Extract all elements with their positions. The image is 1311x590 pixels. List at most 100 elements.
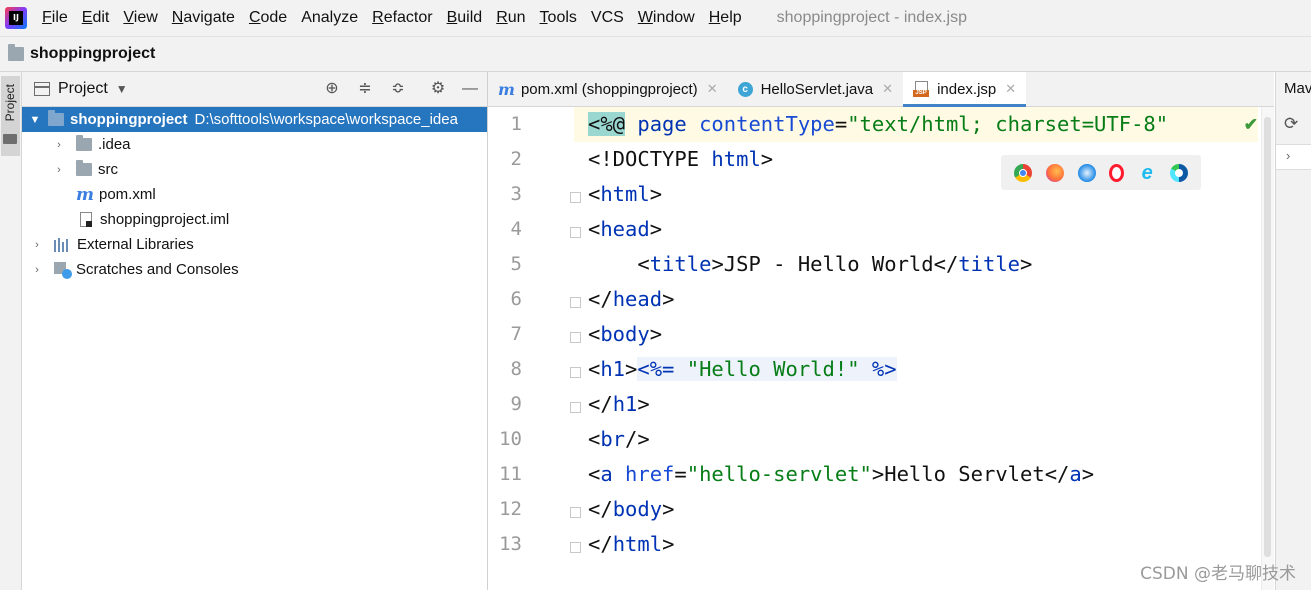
chevron-down-icon[interactable]: ▼ bbox=[28, 114, 42, 126]
menu-refactor[interactable]: Refactor bbox=[365, 9, 439, 27]
menu-navigate[interactable]: Navigate bbox=[165, 9, 242, 27]
menu-tools[interactable]: Tools bbox=[533, 9, 584, 27]
menu-help[interactable]: Help bbox=[702, 9, 749, 27]
maven-panel-title[interactable]: Maven bbox=[1284, 80, 1311, 97]
close-icon[interactable]: ✕ bbox=[707, 81, 718, 97]
close-icon[interactable]: ✕ bbox=[882, 81, 893, 97]
gear-icon[interactable]: ⚙ bbox=[428, 79, 448, 99]
code-line-5[interactable]: <title>JSP - Hello World</title> bbox=[588, 247, 1032, 282]
tree-item-label: Scratches and Consoles bbox=[76, 261, 239, 278]
fold-marker[interactable] bbox=[570, 542, 581, 553]
tree-item-pom[interactable]: m pom.xml bbox=[22, 182, 487, 207]
code-token: > bbox=[1020, 252, 1033, 276]
tree-item-label: pom.xml bbox=[99, 186, 156, 203]
editor-scrollbar[interactable] bbox=[1261, 107, 1274, 590]
tree-item-idea[interactable]: › .idea bbox=[22, 132, 487, 157]
code-token: %> bbox=[859, 357, 897, 381]
menu-analyze[interactable]: Analyze bbox=[294, 9, 365, 27]
check-icon[interactable]: ✔ bbox=[1244, 115, 1258, 135]
firefox-icon[interactable] bbox=[1045, 163, 1064, 182]
fold-marker[interactable] bbox=[570, 297, 581, 308]
code-token: </ bbox=[588, 532, 613, 556]
tree-item-src[interactable]: › src bbox=[22, 157, 487, 182]
tree-item-scratches[interactable]: › Scratches and Consoles bbox=[22, 257, 487, 282]
project-folder-icon bbox=[8, 44, 24, 61]
code-token: </ bbox=[588, 392, 613, 416]
tree-item-external-libraries[interactable]: › External Libraries bbox=[22, 232, 487, 257]
line-number: 5 bbox=[510, 253, 522, 275]
code-token: br bbox=[600, 427, 626, 451]
tab-index-jsp[interactable]: JSP index.jsp ✕ bbox=[903, 72, 1027, 107]
tab-label: pom.xml (shoppingproject) bbox=[520, 80, 698, 98]
code-line-3[interactable]: <html> bbox=[588, 177, 662, 212]
menu-window[interactable]: Window bbox=[631, 9, 702, 27]
code-line-12[interactable]: </body> bbox=[588, 492, 674, 527]
line-number: 3 bbox=[510, 183, 522, 205]
code-line-11[interactable]: <a href="hello-servlet">Hello Servlet</a… bbox=[588, 457, 1094, 492]
browser-preview-popup: e bbox=[1001, 155, 1201, 190]
library-icon bbox=[54, 237, 72, 252]
maven-tree-row[interactable]: › bbox=[1276, 144, 1311, 170]
fold-marker[interactable] bbox=[570, 367, 581, 378]
code-line-1[interactable]: <%@ page contentType="text/html; charset… bbox=[588, 107, 1168, 142]
tree-item-root[interactable]: ▼ shoppingproject D:\softtools\workspace… bbox=[22, 107, 487, 132]
edge-icon[interactable] bbox=[1170, 163, 1189, 182]
code-line-13[interactable]: </html> bbox=[588, 527, 674, 562]
collapse-all-icon[interactable]: ≎ bbox=[388, 79, 408, 99]
chevron-down-icon[interactable]: ▼ bbox=[116, 82, 128, 96]
code-token: h1 bbox=[612, 392, 638, 416]
tree-item-label: shoppingproject.iml bbox=[100, 211, 230, 228]
chevron-right-icon[interactable]: › bbox=[52, 164, 66, 176]
folder-icon bbox=[76, 135, 92, 151]
ie-icon[interactable]: e bbox=[1138, 163, 1156, 183]
fold-marker[interactable] bbox=[570, 192, 581, 203]
breadcrumb-project[interactable]: shoppingproject bbox=[30, 45, 155, 63]
menu-run[interactable]: Run bbox=[489, 9, 532, 27]
project-view-title[interactable]: Project bbox=[58, 80, 108, 98]
fold-marker[interactable] bbox=[570, 402, 581, 413]
tree-item-iml[interactable]: shoppingproject.iml bbox=[22, 207, 487, 232]
menu-vcs[interactable]: VCS bbox=[584, 9, 631, 27]
menu-build[interactable]: Build bbox=[440, 9, 490, 27]
code-token: body bbox=[612, 497, 663, 521]
menu-code[interactable]: Code bbox=[242, 9, 294, 27]
menu-file[interactable]: File bbox=[35, 9, 75, 27]
fold-marker[interactable] bbox=[570, 227, 581, 238]
code-token: > bbox=[662, 497, 675, 521]
menu-view[interactable]: View bbox=[116, 9, 164, 27]
chevron-right-icon[interactable]: › bbox=[30, 264, 44, 276]
line-number: 1 bbox=[510, 113, 522, 135]
refresh-icon[interactable]: ⟳ bbox=[1284, 114, 1298, 134]
editor-tab-bar: m pom.xml (shoppingproject) ✕ c HelloSer… bbox=[488, 72, 1274, 107]
code-line-2[interactable]: <!DOCTYPE html> bbox=[588, 142, 773, 177]
close-icon[interactable]: ✕ bbox=[1005, 81, 1016, 97]
chevron-right-icon[interactable]: › bbox=[52, 139, 66, 151]
code-token: title bbox=[649, 252, 712, 276]
maven-panel: Maven ⟳ › bbox=[1275, 72, 1311, 590]
line-number: 7 bbox=[510, 323, 522, 345]
code-token: page bbox=[637, 112, 687, 136]
chrome-icon[interactable] bbox=[1013, 163, 1032, 182]
locate-icon[interactable]: ⊕ bbox=[322, 79, 342, 99]
code-line-9[interactable]: </h1> bbox=[588, 387, 650, 422]
code-line-7[interactable]: <body> bbox=[588, 317, 662, 352]
code-line-6[interactable]: </head> bbox=[588, 282, 674, 317]
project-tool-tab[interactable]: Project bbox=[1, 76, 20, 156]
safari-icon[interactable] bbox=[1077, 163, 1096, 182]
line-number: 12 bbox=[499, 498, 522, 520]
code-line-8[interactable]: <h1><%= "Hello World!" %> bbox=[588, 352, 897, 387]
code-line-10[interactable]: <br/> bbox=[588, 422, 650, 457]
chevron-right-icon[interactable]: › bbox=[1286, 148, 1290, 163]
minimize-icon[interactable]: — bbox=[460, 79, 480, 99]
menu-edit[interactable]: Edit bbox=[75, 9, 117, 27]
folder-icon bbox=[76, 160, 92, 176]
fold-marker[interactable] bbox=[570, 507, 581, 518]
code-line-4[interactable]: <head> bbox=[588, 212, 662, 247]
chevron-right-icon[interactable]: › bbox=[30, 239, 44, 251]
opera-icon[interactable] bbox=[1109, 163, 1125, 182]
fold-marker[interactable] bbox=[570, 332, 581, 343]
tab-pom-xml[interactable]: m pom.xml (shoppingproject) ✕ bbox=[488, 72, 728, 106]
tab-hello-servlet[interactable]: c HelloServlet.java ✕ bbox=[728, 72, 903, 106]
expand-all-icon[interactable]: ≑ bbox=[355, 79, 375, 99]
code-token: JSP - Hello World bbox=[723, 252, 934, 276]
